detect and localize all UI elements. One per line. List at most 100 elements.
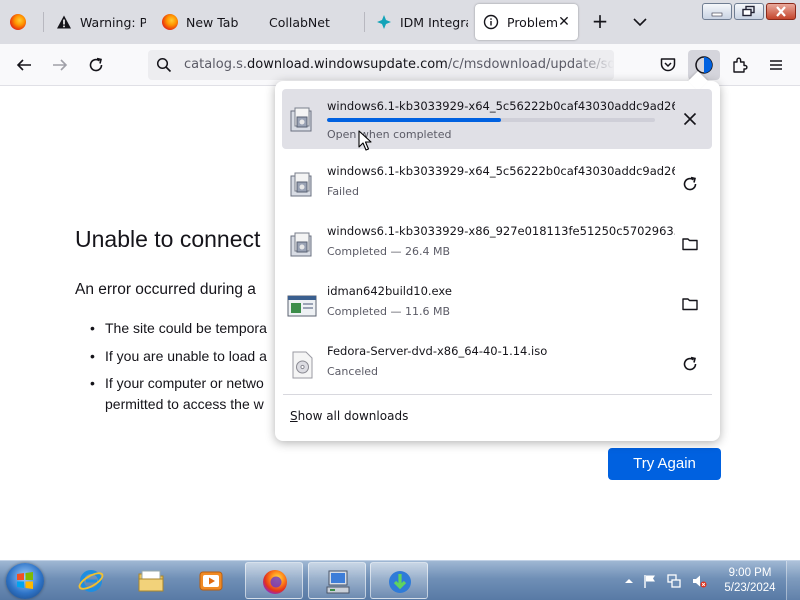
download-item[interactable]: Fedora-Server-dvd-x86_64-40-1.14.iso Can… — [282, 334, 712, 394]
panel-divider — [283, 394, 712, 395]
tab-idm-integration[interactable]: IDM Integra — [368, 4, 468, 40]
taskbar-network-app[interactable] — [308, 562, 366, 599]
minimize-icon — [711, 12, 723, 17]
url-domain: download.windowsupdate.com — [247, 57, 448, 72]
taskbar: 9:00 PM 5/23/2024 — [0, 560, 800, 600]
download-progress-fill — [327, 118, 501, 122]
folder-icon — [682, 238, 698, 251]
tab-title: Problem — [507, 14, 559, 30]
network-tray[interactable] — [666, 573, 682, 589]
forward-arrow-icon — [53, 59, 68, 71]
installer-package-icon — [290, 107, 312, 132]
minimize-button[interactable] — [702, 3, 732, 20]
accesskey-letter: S — [290, 409, 298, 423]
media-player-icon — [199, 571, 223, 591]
download-item[interactable]: windows6.1-kb3033929-x64_5c56222b0caf430… — [282, 154, 712, 214]
restore-button[interactable] — [734, 3, 764, 20]
download-filename: Fedora-Server-dvd-x86_64-40-1.14.iso — [327, 344, 548, 358]
puzzle-icon — [733, 57, 748, 73]
action-center-tray[interactable] — [642, 573, 658, 589]
tab-new-tab[interactable]: New Tab — [154, 4, 254, 40]
extensions-button[interactable] — [728, 53, 752, 77]
show-all-label: how all downloads — [297, 409, 409, 423]
clock-time: 9:00 PM — [728, 567, 772, 579]
app-menu-button[interactable] — [764, 53, 788, 77]
tab-problem[interactable]: Problem ✕ — [475, 4, 578, 40]
error-description: An error occurred during a — [75, 281, 256, 298]
internet-explorer-icon — [78, 570, 104, 592]
firefox-icon — [10, 14, 26, 30]
show-in-folder-button[interactable] — [678, 292, 702, 316]
forward-button[interactable] — [48, 53, 72, 77]
volume-muted-icon — [693, 575, 707, 588]
installer-package-icon — [290, 172, 312, 197]
tab-title: IDM Integra — [400, 14, 468, 30]
reload-button[interactable] — [84, 53, 108, 77]
taskbar-idm[interactable] — [370, 562, 428, 599]
try-again-button[interactable]: Try Again — [608, 448, 721, 480]
close-icon — [776, 6, 786, 17]
error-suggestion: The site could be tempora — [90, 318, 290, 339]
download-status: Completed — 11.6 MB — [327, 305, 451, 318]
download-filename: windows6.1-kb3033929-x64_5c56222b0caf430… — [327, 99, 675, 113]
idm-icon — [389, 571, 411, 593]
error-suggestion: If your computer or netwo permitted to a… — [90, 373, 290, 414]
start-button[interactable] — [6, 563, 44, 599]
taskbar-media-player[interactable] — [182, 562, 240, 599]
cancel-icon — [683, 112, 697, 126]
network-app-icon — [326, 570, 350, 594]
download-item[interactable]: windows6.1-kb3033929-x64_5c56222b0caf430… — [282, 89, 712, 149]
address-bar[interactable]: catalog.s.download.windowsupdate.com/c/m… — [148, 50, 614, 80]
show-in-folder-button[interactable] — [678, 232, 702, 256]
url-fade — [574, 50, 614, 80]
tab-collabnet[interactable]: CollabNet — [262, 4, 362, 40]
tab-firefox-pinned[interactable] — [2, 4, 38, 40]
show-all-downloads-button[interactable]: Show all downloads — [290, 409, 408, 423]
taskbar-file-explorer[interactable] — [122, 562, 180, 599]
cancel-download-button[interactable] — [678, 107, 702, 131]
firefox-icon — [263, 570, 287, 594]
folder-icon — [682, 298, 698, 311]
system-clock[interactable]: 9:00 PM 5/23/2024 — [720, 566, 780, 596]
retry-icon — [683, 356, 697, 371]
pocket-icon — [660, 58, 676, 72]
taskbar-internet-explorer[interactable] — [62, 562, 120, 599]
close-tab-icon[interactable]: ✕ — [556, 14, 572, 30]
close-window-button[interactable] — [766, 3, 796, 20]
new-tab-button[interactable]: + — [588, 10, 612, 34]
download-item[interactable]: idman642build10.exe Completed — 11.6 MB — [282, 274, 712, 334]
url-text[interactable]: catalog.s.download.windowsupdate.com/c/m… — [184, 57, 614, 72]
tab-separator — [43, 12, 44, 32]
tab-strip: Warning: Po New Tab CollabNet IDM Integr… — [0, 0, 800, 44]
pocket-button[interactable] — [656, 53, 680, 77]
error-title: Unable to connect — [75, 226, 261, 252]
list-all-tabs-button[interactable] — [628, 10, 652, 34]
retry-download-button[interactable] — [678, 172, 702, 196]
executable-icon — [287, 295, 317, 317]
tab-warning[interactable]: Warning: Po — [48, 4, 146, 40]
downloads-panel: windows6.1-kb3033929-x64_5c56222b0caf430… — [275, 71, 720, 441]
back-button[interactable] — [12, 53, 36, 77]
show-hidden-icons-button[interactable] — [621, 573, 637, 589]
firefox-icon — [162, 14, 178, 30]
download-filename: windows6.1-kb3033929-x86_927e018113fe512… — [327, 224, 675, 238]
flag-icon — [644, 575, 655, 588]
warning-icon — [56, 14, 72, 30]
retry-download-button[interactable] — [678, 352, 702, 376]
taskbar-firefox[interactable] — [245, 562, 303, 599]
show-desktop-button[interactable] — [786, 561, 800, 600]
tab-title: Warning: Po — [80, 14, 146, 30]
volume-tray[interactable] — [691, 573, 707, 589]
installer-package-icon — [290, 232, 312, 257]
idm-icon — [376, 14, 392, 30]
download-filename: idman642build10.exe — [327, 284, 452, 298]
hamburger-menu-icon — [770, 60, 782, 70]
error-suggestions: The site could be tempora If you are una… — [90, 318, 290, 421]
mouse-cursor-icon — [358, 130, 372, 151]
reload-icon — [89, 57, 103, 72]
download-status: Canceled — [327, 365, 379, 378]
download-item[interactable]: windows6.1-kb3033929-x86_927e018113fe512… — [282, 214, 712, 274]
chevron-down-icon — [633, 18, 647, 27]
back-arrow-icon — [16, 59, 31, 71]
search-icon — [156, 57, 172, 73]
